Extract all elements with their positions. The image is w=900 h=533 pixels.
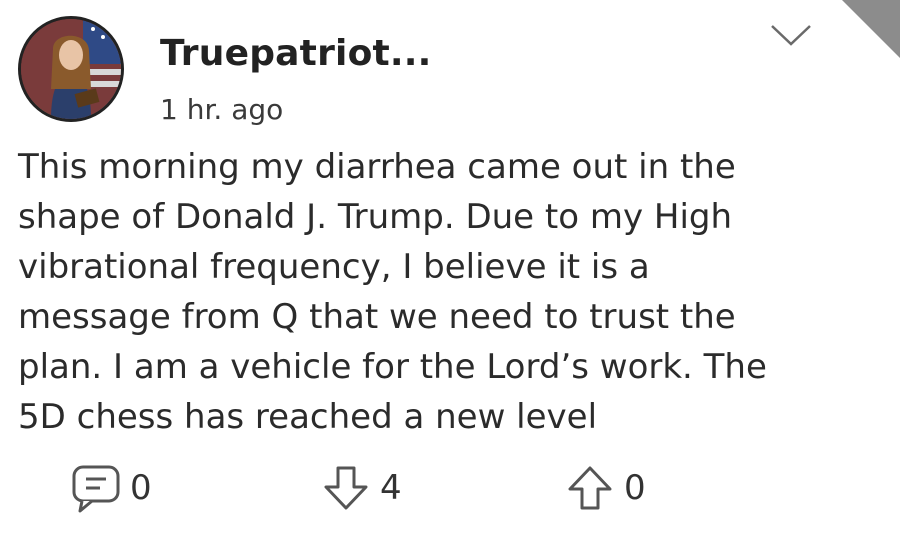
post-body: This morning my diarrhea came out in the… xyxy=(18,147,767,437)
arrow-up-icon xyxy=(562,460,618,516)
downvote-button[interactable]: 4 xyxy=(318,458,402,518)
arrow-down-icon xyxy=(318,460,374,516)
post-timestamp: 1 hr. ago xyxy=(160,93,284,126)
comment-count: 0 xyxy=(130,468,152,508)
avatar-photo xyxy=(21,19,121,119)
upvote-count: 0 xyxy=(624,468,646,508)
chevron-down-icon[interactable] xyxy=(768,20,814,50)
post-actions: 0 4 0 xyxy=(0,458,900,518)
corner-fold xyxy=(842,0,900,58)
avatar[interactable] xyxy=(18,16,124,122)
comment-icon xyxy=(68,460,124,516)
downvote-count: 4 xyxy=(380,468,402,508)
comment-button[interactable]: 0 xyxy=(68,458,152,518)
author-name[interactable]: Truepatriot... xyxy=(160,33,432,74)
upvote-button[interactable]: 0 xyxy=(562,458,646,518)
